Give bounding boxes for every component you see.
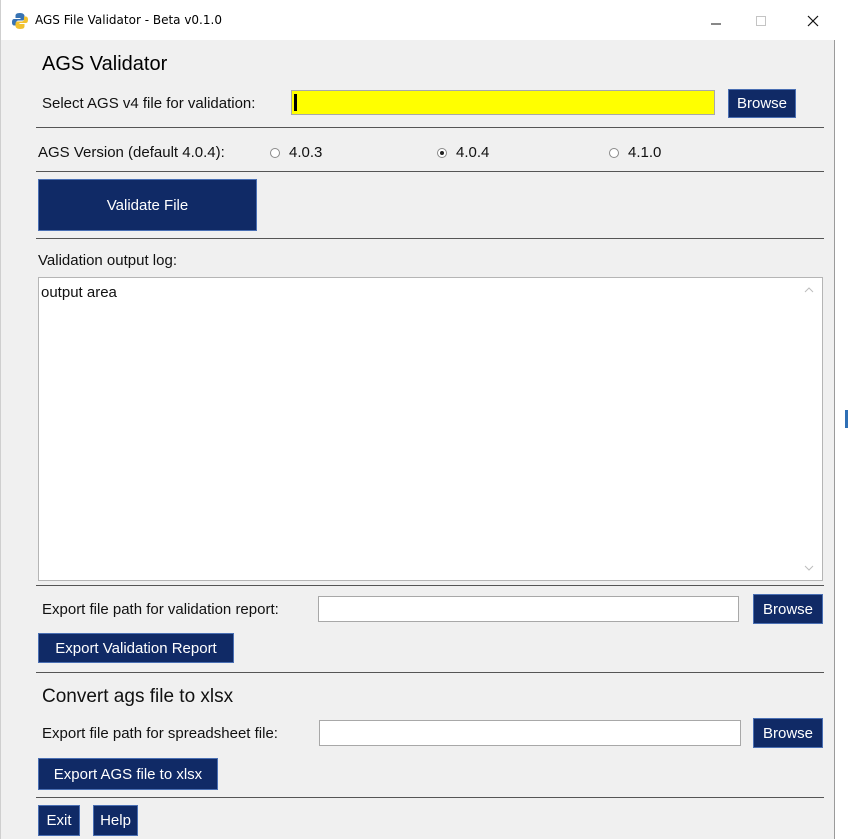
radio-version-4-0-3[interactable]: 4.0.3 — [270, 144, 322, 161]
close-button[interactable] — [794, 8, 834, 34]
browse-ags-file-button[interactable]: Browse — [728, 89, 796, 118]
separator — [36, 797, 824, 798]
radio-indicator — [270, 147, 280, 158]
select-file-label: Select AGS v4 file for validation: — [42, 95, 256, 112]
radio-indicator — [609, 147, 619, 158]
radio-label: 4.0.3 — [289, 144, 323, 161]
title-bar: AGS File Validator - Beta v0.1.0 — [1, 0, 836, 40]
minimize-icon — [711, 23, 721, 25]
ags-file-input[interactable] — [291, 90, 715, 115]
help-button[interactable]: Help — [93, 805, 138, 836]
app-window: AGS File Validator - Beta v0.1.0 AGS Val… — [0, 0, 836, 839]
radio-indicator-selected — [437, 147, 447, 158]
browse-report-path-button[interactable]: Browse — [753, 594, 823, 624]
validate-file-button[interactable]: Validate File — [38, 179, 257, 231]
export-spreadsheet-label: Export file path for spreadsheet file: — [42, 725, 278, 742]
log-content: output area — [41, 284, 117, 301]
text-caret — [294, 94, 297, 111]
separator — [36, 127, 824, 128]
spreadsheet-path-input[interactable] — [319, 720, 741, 746]
separator — [36, 672, 824, 673]
python-icon — [11, 12, 29, 30]
validator-heading: AGS Validator — [42, 53, 168, 75]
export-report-label: Export file path for validation report: — [42, 601, 279, 618]
convert-heading: Convert ags file to xlsx — [42, 686, 234, 707]
log-label: Validation output log: — [38, 252, 177, 269]
separator — [36, 238, 824, 239]
maximize-button[interactable] — [741, 8, 781, 34]
radio-label: 4.1.0 — [628, 144, 662, 161]
report-path-input[interactable] — [318, 596, 739, 622]
ags-version-label: AGS Version (default 4.0.4): — [38, 144, 225, 161]
radio-version-4-1-0[interactable]: 4.1.0 — [609, 144, 661, 161]
export-ags-to-xlsx-button[interactable]: Export AGS file to xlsx — [38, 758, 218, 790]
minimize-button[interactable] — [696, 8, 736, 34]
radio-label: 4.0.4 — [456, 144, 490, 161]
radio-version-4-0-4[interactable]: 4.0.4 — [437, 144, 489, 161]
background-window-edge — [845, 410, 848, 428]
browse-spreadsheet-path-button[interactable]: Browse — [753, 718, 823, 748]
exit-button[interactable]: Exit — [38, 805, 80, 836]
close-icon — [807, 15, 819, 27]
window-title: AGS File Validator - Beta v0.1.0 — [35, 13, 222, 27]
scroll-down-arrow-icon[interactable] — [804, 564, 814, 572]
maximize-icon — [756, 16, 766, 26]
export-validation-report-button[interactable]: Export Validation Report — [38, 633, 234, 663]
validation-output-log[interactable]: output area — [38, 277, 823, 581]
separator — [36, 171, 824, 172]
scroll-up-arrow-icon[interactable] — [804, 286, 814, 294]
separator — [36, 585, 824, 586]
